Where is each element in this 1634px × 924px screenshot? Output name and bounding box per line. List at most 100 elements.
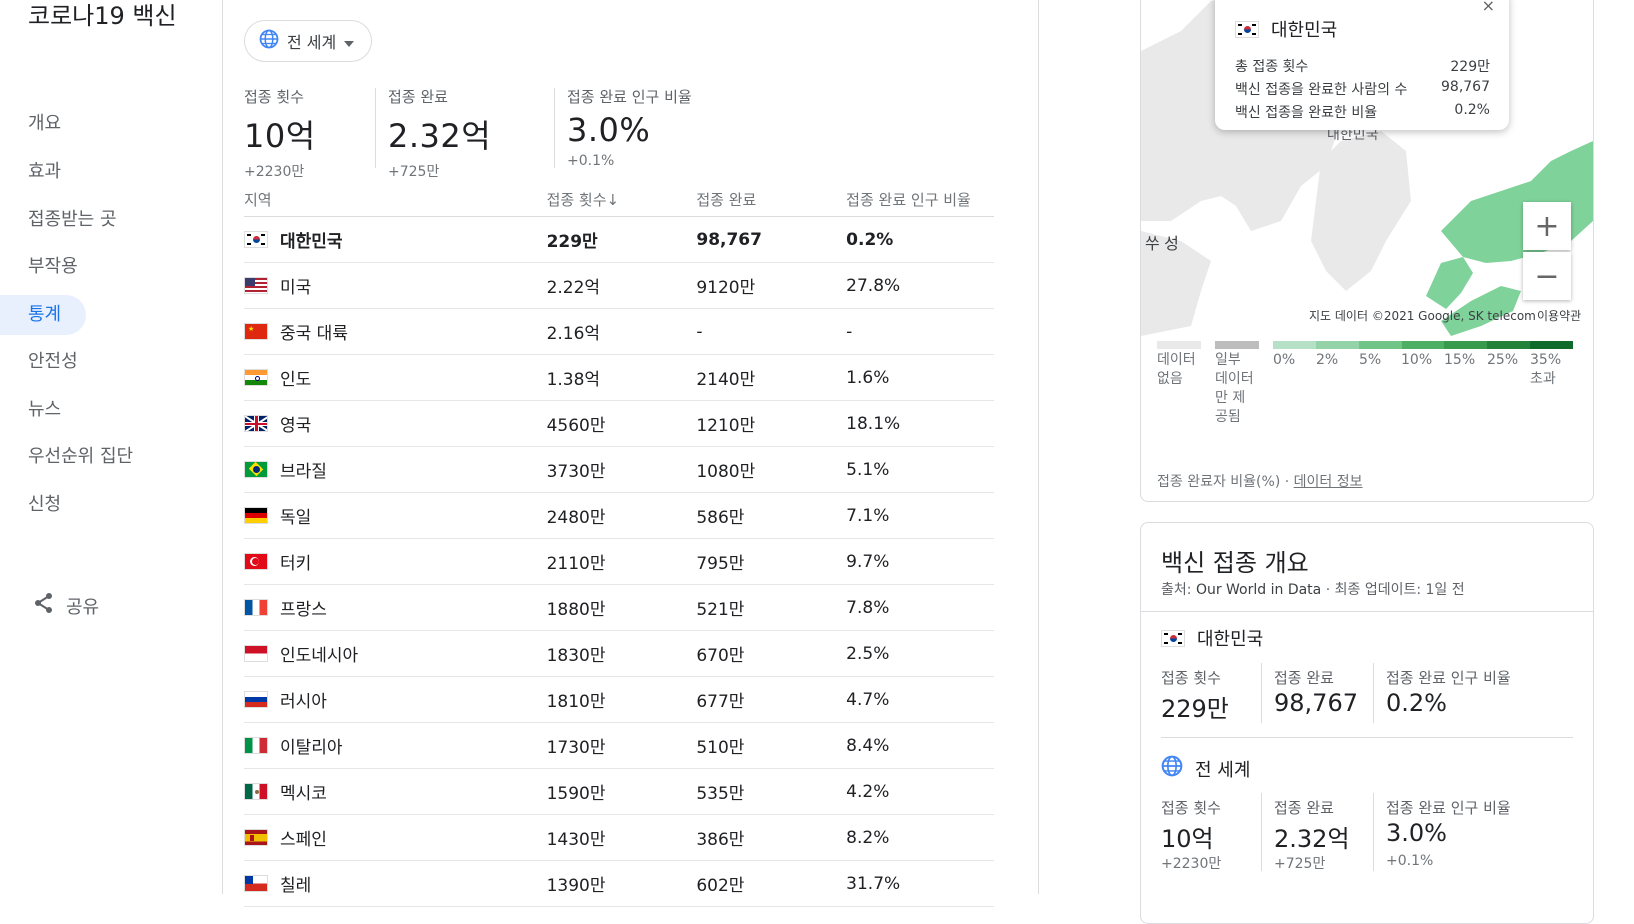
cell-ratio: 31.7%	[846, 873, 901, 894]
col-header-region: 지역	[244, 190, 272, 209]
col-header-doses[interactable]: 접종 횟수↓	[547, 189, 697, 210]
cell-completed: 677만	[696, 692, 745, 712]
table-row[interactable]: 터키 2110만 795만 9.7%	[244, 539, 994, 585]
table-row[interactable]: 영국 4560만 1210만 18.1%	[244, 401, 994, 447]
table-row[interactable]: 인도 1.38억 2140만 1.6%	[244, 355, 994, 401]
divider	[375, 88, 376, 168]
stat-value: 229만	[1161, 695, 1229, 723]
stat-delta: +0.1%	[567, 153, 615, 169]
stat-value: 2.32억	[388, 117, 492, 155]
tooltip-row: 백신 접종을 완료한 사람의 수 98,767	[1235, 79, 1490, 99]
flag-it-icon	[244, 737, 268, 754]
table-row[interactable]: 스페인 1430만 386만 8.2%	[244, 815, 994, 861]
globe-icon	[259, 29, 279, 53]
nav-item-side-effects[interactable]: 부작용	[28, 247, 78, 287]
table-row[interactable]: 이탈리아 1730만 510만 8.4%	[244, 723, 994, 769]
legend-footer-label: 접종 완료자 비율(%)	[1157, 474, 1281, 490]
source-prefix: 출처:	[1161, 582, 1192, 598]
tooltip-row-label: 총 접종 횟수	[1235, 59, 1309, 75]
region-dropdown-value: 전 세계	[287, 33, 337, 52]
col-header-ratio[interactable]: 접종 완료 인구 비율	[846, 189, 994, 210]
share-button[interactable]: 공유	[34, 592, 99, 619]
table-row[interactable]: 대한민국 229만 98,767 0.2%	[244, 217, 994, 263]
cell-country: 브라질	[244, 457, 547, 482]
cell-doses: 3730만	[546, 462, 606, 482]
cell-doses: 1810만	[546, 692, 606, 712]
source-link[interactable]: Our World in Data	[1196, 582, 1321, 598]
flag-tr-icon	[244, 553, 268, 570]
country-name: 대한민국	[280, 232, 343, 252]
stat-delta: +0.1%	[1386, 853, 1434, 869]
cell-ratio: 7.8%	[846, 597, 890, 618]
cell-doses: 1.38억	[546, 370, 601, 390]
cell-doses: 1390만	[546, 876, 606, 896]
flag-gb-icon	[244, 415, 268, 432]
flag-kr-icon	[244, 231, 268, 248]
stat-label: 접종 완료	[388, 88, 448, 106]
legend-footer: 접종 완료자 비율(%) · 데이터 정보	[1157, 471, 1363, 491]
table-row[interactable]: 멕시코 1590만 535만 4.2%	[244, 769, 994, 815]
cell-country: 인도	[244, 365, 547, 390]
overview-world-name: 전 세계	[1195, 759, 1251, 781]
nav-item-news[interactable]: 뉴스	[28, 390, 61, 430]
tooltip-country: 대한민국	[1271, 20, 1338, 41]
stat-value: 2.32억	[1274, 825, 1350, 853]
cell-completed: 2140만	[696, 370, 756, 390]
cell-completed: 670만	[696, 646, 745, 666]
map-label-west: 쑤 성	[1145, 235, 1179, 253]
col-header-completed[interactable]: 접종 완료	[696, 189, 846, 210]
nav-item-overview[interactable]: 개요	[28, 104, 61, 144]
table-row[interactable]: ★ 중국 대륙 2.16억 - -	[244, 309, 994, 355]
stat-value: 3.0%	[567, 111, 651, 149]
flag-us-icon	[244, 277, 268, 294]
zoom-out-button[interactable]: −	[1523, 252, 1571, 300]
stat-delta: +2230만	[244, 164, 305, 180]
flag-kr-icon	[1161, 629, 1185, 647]
flag-de-icon	[244, 507, 268, 524]
cell-ratio: 4.7%	[846, 689, 890, 710]
country-name: 칠레	[280, 876, 312, 896]
cell-ratio: 4.2%	[846, 781, 890, 802]
cell-doses: 2.22억	[546, 278, 601, 298]
table-row[interactable]: 브라질 3730만 1080만 5.1%	[244, 447, 994, 493]
zoom-in-button[interactable]: +	[1523, 202, 1571, 250]
nav-item-apply[interactable]: 신청	[28, 485, 61, 525]
nav-item-priority-groups[interactable]: 우선순위 집단	[28, 437, 133, 477]
cell-ratio: -	[846, 321, 853, 342]
cell-ratio: 9.7%	[846, 551, 890, 572]
map-terms-link[interactable]: 이용약관	[1537, 307, 1581, 324]
flag-id-icon	[244, 645, 268, 662]
stat-label: 접종 완료	[1274, 669, 1334, 687]
overview-source: 출처: Our World in Data · 최종 업데이트: 1일 전	[1161, 579, 1465, 599]
overview-korea-header: 대한민국	[1161, 625, 1263, 651]
flag-kr-icon	[1235, 20, 1259, 38]
stat-value: 10억	[244, 117, 316, 155]
divider	[1373, 793, 1374, 871]
table-row[interactable]: 미국 2.22억 9120만 27.8%	[244, 263, 994, 309]
cell-ratio: 5.1%	[846, 459, 890, 480]
stat-label: 접종 완료 인구 비율	[1386, 799, 1511, 817]
stat-label: 접종 완료 인구 비율	[567, 88, 692, 106]
cell-completed: 9120만	[696, 278, 756, 298]
close-icon[interactable]: ×	[1482, 0, 1495, 15]
nav-item-safety[interactable]: 안전성	[28, 342, 78, 382]
nav-item-where[interactable]: 접종받는 곳	[28, 200, 117, 240]
table-row[interactable]: 러시아 1810만 677만 4.7%	[244, 677, 994, 723]
data-info-link[interactable]: 데이터 정보	[1294, 474, 1363, 490]
divider	[222, 0, 223, 894]
tooltip-header: 대한민국	[1235, 16, 1337, 42]
stat-value: 3.0%	[1386, 819, 1447, 847]
table-row[interactable]: 인도네시아 1830만 670만 2.5%	[244, 631, 994, 677]
overview-korea-name: 대한민국	[1197, 629, 1264, 650]
country-name: 중국 대륙	[280, 324, 348, 344]
legend-step: 0%	[1273, 352, 1296, 368]
table-row[interactable]: 프랑스 1880만 521만 7.8%	[244, 585, 994, 631]
region-dropdown[interactable]: 전 세계	[244, 20, 372, 62]
legend-step: 35% 초과	[1530, 352, 1562, 387]
nav-item-statistics[interactable]: 통계	[0, 295, 86, 335]
nav-item-effect[interactable]: 효과	[28, 152, 61, 192]
table-row[interactable]: 독일 2480만 586만 7.1%	[244, 493, 994, 539]
table-row[interactable]: 칠레 1390만 602만 31.7%	[244, 861, 994, 907]
stat-value: 98,767	[1274, 689, 1358, 717]
cell-doses: 1730만	[546, 738, 606, 758]
